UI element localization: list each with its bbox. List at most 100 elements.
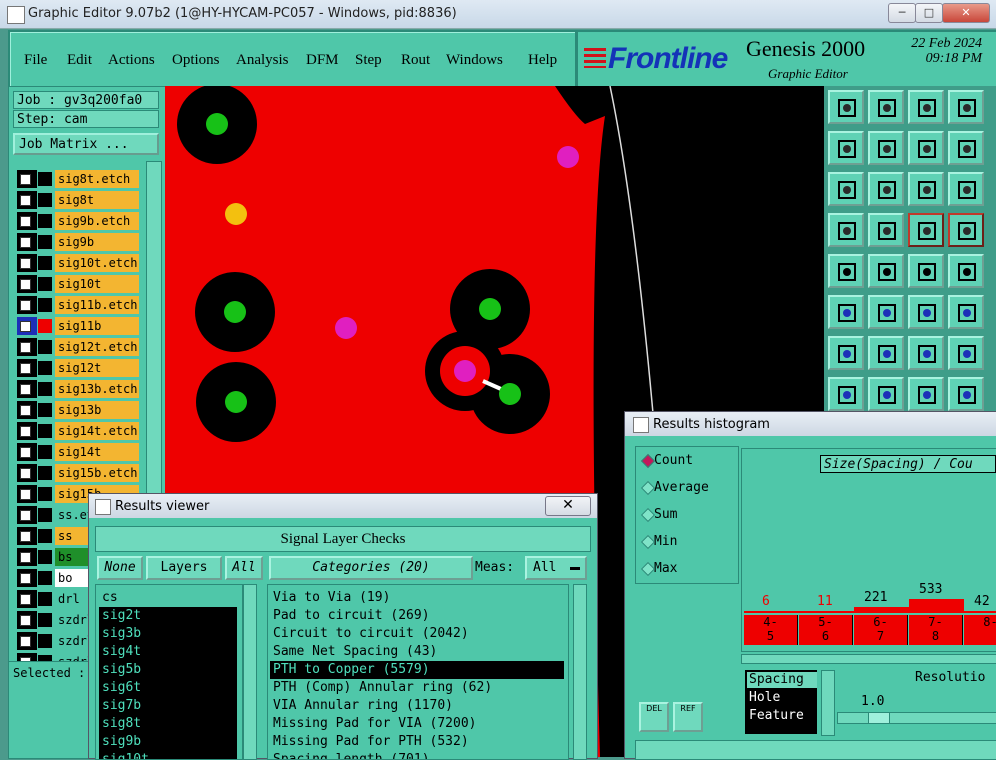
connect-tool-button[interactable] (828, 295, 864, 329)
menu-edit[interactable]: Edit (67, 52, 92, 69)
histogram-bar[interactable] (909, 599, 964, 613)
help-tool-button[interactable] (948, 172, 984, 206)
category-item[interactable]: Via to Via (19) (270, 589, 564, 607)
layer-checkbox[interactable] (20, 216, 31, 227)
sort-option-spacing[interactable]: Spacing (747, 672, 817, 688)
layer-name[interactable]: sig14t (55, 443, 139, 461)
sort-scrollbar[interactable] (821, 670, 835, 736)
close-button[interactable]: ✕ (942, 3, 990, 23)
layer-result-scrollbar[interactable] (243, 584, 257, 760)
arc-tool-button[interactable] (908, 336, 944, 370)
menu-analysis[interactable]: Analysis (236, 52, 289, 69)
layer-row[interactable]: sig10t (17, 275, 139, 293)
layer-row[interactable]: sig9b (17, 233, 139, 251)
layer-row[interactable]: sig8t (17, 191, 139, 209)
layer-checkbox[interactable] (20, 594, 31, 605)
layer-row[interactable]: sig13b (17, 401, 139, 419)
layer-checkbox[interactable] (20, 447, 31, 458)
window-tool-button[interactable] (948, 90, 984, 124)
ratio-tool-button[interactable] (908, 172, 944, 206)
menu-step[interactable]: Step (355, 52, 382, 69)
result-layer-item[interactable]: sig3b (99, 625, 237, 643)
layer-checkbox[interactable] (20, 405, 31, 416)
layer-checkbox[interactable] (20, 321, 31, 332)
line-tool-button[interactable] (868, 336, 904, 370)
zoom-fit-tool-button[interactable] (828, 172, 864, 206)
zoom-tool-button[interactable] (868, 172, 904, 206)
histogram-bar[interactable] (799, 611, 854, 613)
layer-checkbox[interactable] (20, 384, 31, 395)
result-layer-item[interactable]: sig10t (99, 751, 237, 759)
category-item[interactable]: Missing Pad for VIA (7200) (270, 715, 564, 733)
cross-tool-button[interactable] (868, 295, 904, 329)
netlist-tool-button[interactable] (908, 213, 944, 247)
add-pad-tool-button[interactable] (908, 295, 944, 329)
group-tool-button[interactable] (948, 377, 984, 411)
flip-tool-button[interactable] (948, 336, 984, 370)
layer-row[interactable]: sig14t.etch (17, 422, 139, 440)
meas-dropdown[interactable]: All (525, 556, 587, 580)
undo-tool-button[interactable] (908, 131, 944, 165)
layer-name[interactable]: sig13b (55, 401, 139, 419)
grid-tool-button[interactable] (868, 213, 904, 247)
layer-checkbox[interactable] (20, 615, 31, 626)
add-via-tool-button[interactable] (948, 295, 984, 329)
home-tool-button[interactable] (908, 90, 944, 124)
layer-name[interactable]: sig8t.etch (55, 170, 139, 188)
angle-tool-button[interactable] (828, 336, 864, 370)
layer-checkbox[interactable] (20, 300, 31, 311)
category-item[interactable]: PTH (Comp) Annular ring (62) (270, 679, 564, 697)
results-viewer-close-button[interactable]: ✕ (545, 496, 591, 516)
right-panel-tool-button[interactable] (868, 131, 904, 165)
layer-name[interactable]: sig10t.etch (55, 254, 139, 272)
result-layer-item[interactable]: sig9b (99, 733, 237, 751)
sort-option-hole[interactable]: Hole (747, 690, 817, 706)
category-item[interactable]: Same Net Spacing (43) (270, 643, 564, 661)
layer-name[interactable]: sig11b.etch (55, 296, 139, 314)
netlist-compare-tool-button[interactable] (948, 213, 984, 247)
layer-checkbox[interactable] (20, 573, 31, 584)
camera-tool-button[interactable] (828, 254, 864, 288)
layer-checkbox[interactable] (20, 174, 31, 185)
layer-name[interactable]: sig12t (55, 359, 139, 377)
layer-row[interactable]: sig9b.etch (17, 212, 139, 230)
job-matrix-button[interactable]: Job Matrix ... (13, 133, 159, 155)
radio-max[interactable]: Max (640, 561, 677, 577)
histogram-bar[interactable] (964, 611, 996, 613)
layers-button[interactable]: Layers (146, 556, 222, 580)
move-down-tool-button[interactable] (868, 90, 904, 124)
menu-dfm[interactable]: DFM (306, 52, 339, 69)
menu-rout[interactable]: Rout (401, 52, 430, 69)
layer-checkbox[interactable] (20, 195, 31, 206)
category-scrollbar[interactable] (573, 584, 587, 760)
layer-name[interactable]: sig8t (55, 191, 139, 209)
category-item[interactable]: PTH to Copper (5579) (270, 661, 564, 679)
polygon-tool-button[interactable] (868, 254, 904, 288)
none-button[interactable]: None (97, 556, 143, 580)
result-layer-item[interactable]: sig7b (99, 697, 237, 715)
histogram-bar[interactable] (854, 607, 909, 613)
category-item[interactable]: VIA Annular ring (1170) (270, 697, 564, 715)
layer-checkbox[interactable] (20, 489, 31, 500)
resolution-slider[interactable] (837, 712, 996, 724)
ref-button[interactable]: REF (673, 702, 703, 732)
layer-checkbox[interactable] (20, 342, 31, 353)
layer-checkbox[interactable] (20, 552, 31, 563)
result-layer-item[interactable]: cs (99, 589, 237, 607)
layer-checkbox[interactable] (20, 636, 31, 647)
menu-help[interactable]: Help (528, 52, 557, 69)
layer-row[interactable]: sig10t.etch (17, 254, 139, 272)
layer-name[interactable]: sig15b.etch (55, 464, 139, 482)
menu-windows[interactable]: Windows (446, 52, 503, 69)
category-item[interactable]: Circuit to circuit (2042) (270, 625, 564, 643)
layer-name[interactable]: sig9b (55, 233, 139, 251)
layer-row[interactable]: sig11b.etch (17, 296, 139, 314)
layer-checkbox[interactable] (20, 279, 31, 290)
layer-name[interactable]: sig9b.etch (55, 212, 139, 230)
layer-row[interactable]: sig12t (17, 359, 139, 377)
all-layers-button[interactable]: All (225, 556, 263, 580)
layer-row[interactable]: sig13b.etch (17, 380, 139, 398)
minus-tool-button[interactable] (868, 377, 904, 411)
layer-checkbox[interactable] (20, 363, 31, 374)
pad-tool-button[interactable] (948, 254, 984, 288)
